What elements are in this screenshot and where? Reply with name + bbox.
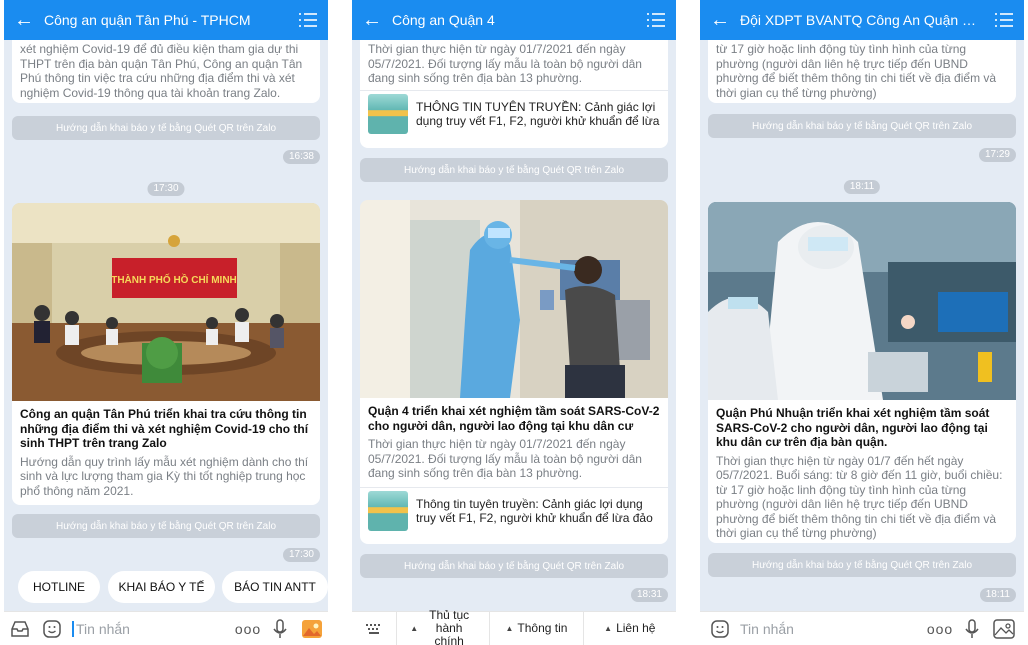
report-security-button[interactable]: BÁO TIN ANTT — [222, 571, 328, 603]
chat-title: Đội XDPT BVANTQ Công An Quận P... — [740, 12, 982, 28]
menu-item-contact[interactable]: ▲ Liên hệ — [582, 611, 676, 645]
top-card-text: xét nghiệm Covid-19 để đủ điều kiện tham… — [20, 42, 303, 100]
timestamp: 17:30 — [282, 548, 320, 562]
top-card-text: từ 17 giờ hoặc linh động tùy tình hình c… — [716, 42, 997, 100]
microphone-icon[interactable] — [956, 618, 988, 639]
health-declaration-button[interactable]: KHAI BÁO Y TẾ — [108, 571, 215, 603]
caret-up-icon: ▲ — [604, 624, 613, 633]
thumbnail-image — [368, 491, 408, 531]
thumbnail-image — [368, 94, 408, 134]
article-title: Quận 4 triển khai xét nghiệm tầm soát SA… — [368, 404, 660, 433]
qr-guide-chip[interactable]: Hướng dẫn khai báo y tế bằng Quét QR trê… — [708, 553, 1016, 577]
timestamp-center: 18:11 — [843, 180, 881, 194]
more-icon[interactable]: ooo — [232, 621, 264, 637]
qr-guide-chip[interactable]: Hướng dẫn khai báo y tế bằng Quét QR trê… — [708, 114, 1016, 138]
menu-list-icon[interactable] — [288, 13, 328, 27]
article-description: Thời gian thực hiện từ ngày 01/7/2021 đế… — [368, 437, 642, 480]
message-input[interactable]: Tin nhắn — [736, 621, 924, 637]
chat-panel-tan-phu: xét nghiệm Covid-19 để đủ điều kiện tham… — [4, 0, 328, 645]
emoji-icon[interactable] — [36, 619, 68, 639]
article-card[interactable]: THÀNH PHỐ HỒ CHÍ MINH Công an quận Tân P… — [12, 203, 320, 505]
hotline-button[interactable]: HOTLINE — [18, 571, 100, 603]
timestamp: 16:38 — [282, 150, 320, 164]
top-message-card[interactable]: Thời gian thực hiện từ ngày 01/7/2021 đế… — [360, 40, 668, 148]
menu-item-label: Liên hệ — [616, 621, 656, 635]
qr-guide-chip[interactable]: Hướng dẫn khai báo y tế bằng Quét QR trê… — [12, 116, 320, 140]
article-card[interactable]: Quận Phú Nhuận triển khai xét nghiệm tầm… — [708, 202, 1016, 543]
chat-header: ← Công an quận Tân Phú - TPHCM — [4, 0, 328, 40]
qr-guide-chip[interactable]: Hướng dẫn khai báo y tế bằng Quét QR trê… — [12, 514, 320, 538]
microphone-icon[interactable] — [264, 618, 296, 639]
lab-workers-image — [708, 202, 1016, 400]
article-photo: THÀNH PHỐ HỒ CHÍ MINH — [12, 203, 320, 401]
emoji-icon[interactable] — [704, 619, 736, 639]
gallery-icon[interactable] — [296, 619, 328, 639]
image-icon[interactable] — [988, 618, 1020, 639]
qr-guide-chip[interactable]: Hướng dẫn khai báo y tế bằng Quét QR trê… — [360, 158, 668, 182]
article-card[interactable]: Quận 4 triển khai xét nghiệm tầm soát SA… — [360, 200, 668, 544]
qr-guide-chip[interactable]: Hướng dẫn khai báo y tế bằng Quét QR trê… — [360, 554, 668, 578]
menu-item-procedures[interactable]: ▲ Thủ tục hành chính — [396, 608, 489, 645]
related-link[interactable]: THÔNG TIN TUYÊN TRUYỀN: Cảnh giác lợi dụ… — [360, 89, 668, 138]
top-message-card[interactable]: xét nghiệm Covid-19 để đủ điều kiện tham… — [12, 40, 320, 103]
menu-item-information[interactable]: ▲ Thông tin — [489, 611, 582, 645]
top-message-card[interactable]: từ 17 giờ hoặc linh động tùy tình hình c… — [708, 40, 1016, 103]
chat-panel-quan-4: Thời gian thực hiện từ ngày 01/7/2021 đế… — [352, 0, 676, 645]
related-link-text: THÔNG TIN TUYÊN TRUYỀN: Cảnh giác lợi dụ… — [416, 99, 660, 129]
timestamp-center: 17:30 — [147, 182, 185, 196]
back-arrow-icon[interactable]: ← — [4, 9, 44, 32]
related-link-text: Thông tin tuyên truyền: Cảnh giác lợi dụ… — [416, 496, 653, 526]
menu-list-icon[interactable] — [636, 13, 676, 27]
top-card-text: Thời gian thực hiện từ ngày 01/7/2021 đế… — [368, 42, 642, 85]
chat-header: ← Công an Quận 4 — [352, 0, 676, 40]
related-link[interactable]: Thông tin tuyên truyền: Cảnh giác lợi dụ… — [360, 486, 668, 535]
meeting-room-image: THÀNH PHỐ HỒ CHÍ MINH — [12, 203, 320, 401]
chat-title: Công an quận Tân Phú - TPHCM — [44, 12, 251, 28]
article-description: Thời gian thực hiện từ ngày 01/7 đến hết… — [716, 453, 1003, 541]
chat-header: ← Đội XDPT BVANTQ Công An Quận P... — [700, 0, 1024, 40]
article-title: Công an quận Tân Phú triển khai tra cứu … — [20, 407, 309, 450]
timestamp: 18:11 — [979, 588, 1016, 602]
official-account-menu: ▲ Thủ tục hành chính ▲ Thông tin ▲ Liên hệ — [352, 608, 676, 645]
more-icon[interactable]: ooo — [924, 621, 956, 637]
banner-text: THÀNH PHỐ HỒ CHÍ MINH — [111, 272, 237, 286]
article-photo — [360, 200, 668, 398]
testing-photo-image — [360, 200, 668, 398]
timestamp: 18:31 — [630, 588, 668, 602]
back-arrow-icon[interactable]: ← — [352, 9, 392, 32]
caret-up-icon: ▲ — [505, 624, 514, 633]
inbox-icon[interactable] — [4, 620, 36, 638]
caret-up-icon: ▲ — [410, 624, 419, 633]
message-input-bar: Tin nhắn ooo — [700, 611, 1024, 645]
message-input-bar: Tin nhắn ooo — [4, 611, 328, 645]
menu-item-label: Thủ tục hành chính — [429, 608, 470, 645]
menu-item-label: Thông tin — [517, 621, 568, 635]
timestamp: 17:29 — [978, 148, 1016, 162]
article-description: Hướng dẫn quy trình lấy mẫu xét nghiệm d… — [20, 454, 309, 498]
article-title: Quận Phú Nhuận triển khai xét nghiệm tầm… — [716, 406, 990, 449]
chat-panel-phu-nhuan: từ 17 giờ hoặc linh động tùy tình hình c… — [700, 0, 1024, 645]
back-arrow-icon[interactable]: ← — [700, 9, 740, 32]
keyboard-icon[interactable] — [352, 622, 396, 636]
article-photo — [708, 202, 1016, 400]
message-input[interactable]: Tin nhắn — [72, 620, 232, 637]
menu-list-icon[interactable] — [984, 13, 1024, 27]
chat-title: Công an Quận 4 — [392, 12, 495, 28]
